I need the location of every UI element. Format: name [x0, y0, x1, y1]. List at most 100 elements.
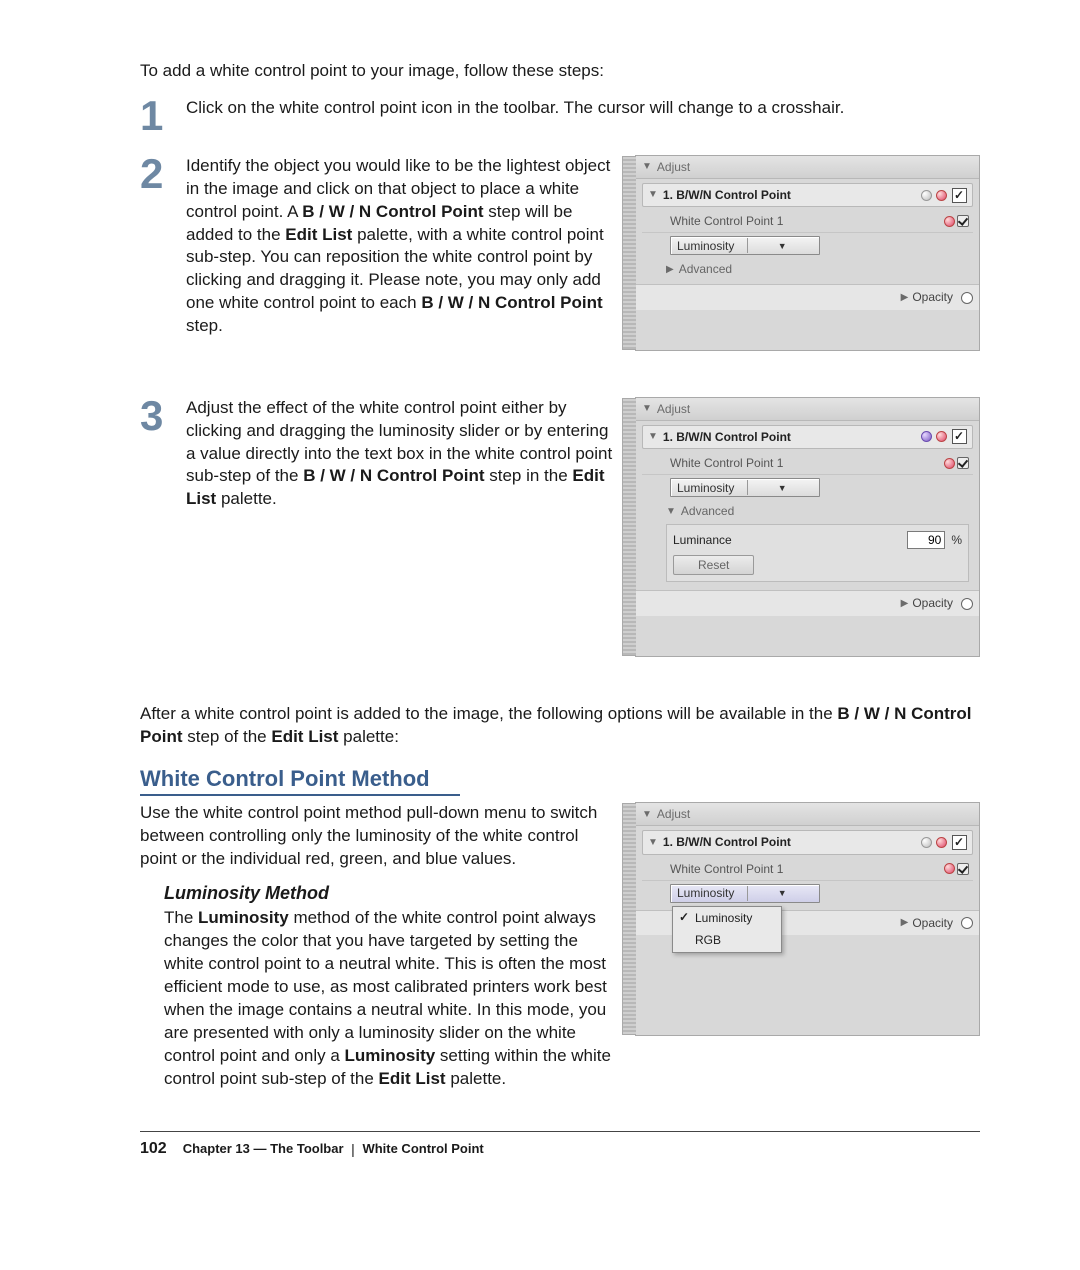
t: step of the — [187, 727, 271, 746]
step-2-number: 2 — [140, 155, 186, 193]
edit-list-panel-3: Adjust 1. B/W/N Control Point White Cont… — [635, 802, 980, 1036]
disclosure-down-icon — [642, 402, 652, 416]
t: Edit List — [271, 727, 338, 746]
opacity-radio[interactable] — [961, 598, 973, 610]
panel-3-wrap: Adjust 1. B/W/N Control Point White Cont… — [635, 802, 980, 1065]
panel-grip[interactable] — [622, 398, 636, 656]
bwn-step-header[interactable]: 1. B/W/N Control Point — [642, 830, 973, 854]
delete-step-icon[interactable] — [936, 837, 947, 848]
bwn-step-label: 1. B/W/N Control Point — [663, 187, 919, 203]
footer-separator: | — [351, 1141, 355, 1157]
white-control-point-substep[interactable]: White Control Point 1 — [642, 452, 973, 475]
section-heading: White Control Point Method — [140, 764, 980, 802]
disclosure-down-icon — [648, 836, 658, 850]
disclosure-down-icon — [642, 160, 652, 174]
delete-substep-icon[interactable] — [944, 863, 955, 874]
substep-enabled-checkbox[interactable] — [957, 215, 969, 227]
substep-enabled-checkbox[interactable] — [957, 457, 969, 469]
dropdown-item-luminosity[interactable]: Luminosity — [673, 907, 781, 929]
luminosity-method-body: The Luminosity method of the white contr… — [164, 907, 617, 1091]
t: The — [164, 908, 198, 927]
opacity-row: Opacity — [636, 590, 979, 615]
disclosure-right-icon[interactable] — [901, 916, 909, 930]
advanced-label: Advanced — [681, 503, 734, 519]
disclosure-right-icon — [666, 263, 674, 277]
delete-step-icon[interactable] — [936, 431, 947, 442]
panel-grip[interactable] — [622, 803, 636, 1035]
t: palette: — [343, 727, 399, 746]
adjust-label: Adjust — [657, 401, 690, 417]
advanced-disclosure-open[interactable]: Advanced — [642, 500, 973, 522]
dropdown-item-rgb[interactable]: RGB — [673, 929, 781, 951]
luminosity-method-heading: Luminosity Method — [164, 881, 617, 905]
advanced-label: Advanced — [679, 261, 732, 277]
panel-grip[interactable] — [622, 156, 636, 350]
method-section: Use the white control point method pull-… — [140, 802, 980, 1091]
t: palette. — [450, 1069, 506, 1088]
disclosure-down-icon — [642, 808, 652, 822]
step-1-text: Click on the white control point icon in… — [186, 97, 980, 135]
substep-label: White Control Point 1 — [670, 213, 942, 229]
method-dropdown-open[interactable]: Luminosity ▼ — [670, 884, 820, 903]
step-1-number: 1 — [140, 97, 186, 135]
percent-label: % — [951, 532, 962, 548]
page-footer: 102 Chapter 13 — The Toolbar | White Con… — [140, 1131, 980, 1160]
method-dropdown-value: Luminosity — [677, 238, 747, 254]
bwn-step-label: 1. B/W/N Control Point — [663, 429, 919, 445]
new-step-icon[interactable] — [921, 190, 932, 201]
method-dropdown-list: Luminosity RGB — [672, 906, 782, 952]
bwn-step-header[interactable]: 1. B/W/N Control Point — [642, 425, 973, 449]
t: method of the white control point always… — [164, 908, 607, 1065]
undo-step-icon[interactable] — [921, 431, 932, 442]
advanced-disclosure[interactable]: Advanced — [642, 258, 973, 280]
luminance-input[interactable] — [907, 531, 945, 549]
opacity-label: Opacity — [912, 289, 953, 305]
after-text: After a white control point is added to … — [140, 703, 980, 749]
substep-enabled-checkbox[interactable] — [957, 863, 969, 875]
bwn-step-label: 1. B/W/N Control Point — [663, 834, 919, 850]
adjust-label: Adjust — [657, 806, 690, 822]
step-enabled-checkbox[interactable] — [952, 429, 967, 444]
t: Luminosity — [198, 908, 289, 927]
page-number: 102 — [140, 1138, 167, 1160]
reset-button[interactable]: Reset — [673, 555, 754, 575]
panel-2-wrap: Adjust 1. B/W/N Control Point White Cont… — [635, 397, 980, 657]
adjust-header[interactable]: Adjust — [636, 803, 979, 826]
bwn-step-header[interactable]: 1. B/W/N Control Point — [642, 183, 973, 207]
delete-substep-icon[interactable] — [944, 216, 955, 227]
t: B / W / N Control Point — [421, 293, 602, 312]
t: step. — [186, 316, 223, 335]
dropdown-arrow-icon: ▼ — [747, 238, 818, 253]
adjust-header[interactable]: Adjust — [636, 156, 979, 179]
step-enabled-checkbox[interactable] — [952, 835, 967, 850]
edit-list-panel-1: Adjust 1. B/W/N Control Point White Cont… — [635, 155, 980, 351]
delete-step-icon[interactable] — [936, 190, 947, 201]
substep-label: White Control Point 1 — [670, 861, 942, 877]
intro-text: To add a white control point to your ima… — [140, 60, 980, 83]
disclosure-right-icon[interactable] — [901, 291, 909, 305]
opacity-radio[interactable] — [961, 917, 973, 929]
dropdown-arrow-icon: ▼ — [747, 480, 818, 495]
adjust-header[interactable]: Adjust — [636, 398, 979, 421]
luminance-label: Luminance — [673, 532, 907, 548]
disclosure-down-icon — [666, 505, 676, 519]
white-control-point-substep[interactable]: White Control Point 1 — [642, 858, 973, 881]
opacity-label: Opacity — [912, 915, 953, 931]
method-dropdown[interactable]: Luminosity ▼ — [670, 236, 820, 255]
step-3-number: 3 — [140, 397, 186, 435]
advanced-body: Luminance % Reset — [666, 524, 969, 582]
opacity-radio[interactable] — [961, 292, 973, 304]
t: B / W / N Control Point — [303, 466, 484, 485]
new-step-icon[interactable] — [921, 837, 932, 848]
method-dropdown-value: Luminosity — [677, 885, 747, 901]
chapter-label: Chapter 13 — The Toolbar — [183, 1141, 344, 1156]
opacity-label: Opacity — [912, 595, 953, 611]
panel-1-wrap: Adjust 1. B/W/N Control Point White Cont… — [635, 155, 980, 351]
method-dropdown[interactable]: Luminosity ▼ — [670, 478, 820, 497]
disclosure-right-icon[interactable] — [901, 597, 909, 611]
step-1-body: Click on the white control point icon in… — [186, 98, 844, 117]
opacity-row: Opacity — [636, 284, 979, 309]
delete-substep-icon[interactable] — [944, 458, 955, 469]
step-enabled-checkbox[interactable] — [952, 188, 967, 203]
white-control-point-substep[interactable]: White Control Point 1 — [642, 210, 973, 233]
